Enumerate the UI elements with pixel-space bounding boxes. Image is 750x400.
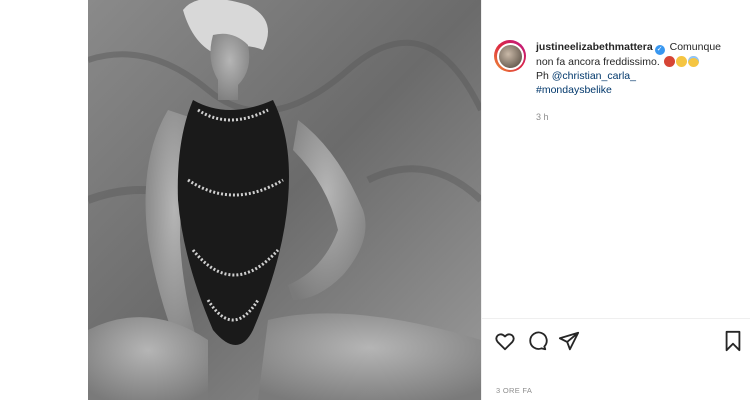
credit-handle-link[interactable]: @christian_carla_ bbox=[552, 70, 636, 82]
hashtag-link[interactable]: #mondaysbelike bbox=[536, 84, 612, 96]
comment-button[interactable] bbox=[526, 330, 550, 354]
like-button[interactable] bbox=[494, 330, 518, 354]
verified-badge-icon: ✓ bbox=[654, 45, 665, 55]
paper-plane-icon bbox=[558, 331, 580, 351]
post-details-panel: justineelizabethmattera ✓ Comunque non fa… bbox=[481, 0, 750, 400]
smiling-face-with-halo-emoji bbox=[687, 56, 699, 67]
upside-down-face-emoji bbox=[675, 56, 687, 67]
heart-icon bbox=[495, 333, 515, 351]
photo-illustration bbox=[88, 0, 481, 400]
post-photo[interactable] bbox=[88, 0, 481, 400]
caption-row: justineelizabethmattera ✓ Comunque non fa… bbox=[494, 40, 744, 97]
comment-icon bbox=[529, 331, 548, 351]
username-link[interactable]: justineelizabethmattera bbox=[536, 41, 653, 53]
divider bbox=[482, 318, 750, 319]
action-bar bbox=[494, 330, 744, 356]
avatar[interactable] bbox=[494, 40, 526, 72]
save-button[interactable] bbox=[722, 330, 746, 354]
devil-emoji bbox=[663, 56, 675, 67]
share-button[interactable] bbox=[558, 330, 582, 354]
post-date[interactable]: 3 ORE FA bbox=[496, 386, 532, 395]
credit-prefix: Ph bbox=[536, 70, 549, 82]
relative-timestamp[interactable]: 3 h bbox=[536, 112, 549, 122]
avatar-image bbox=[496, 42, 524, 70]
caption: justineelizabethmattera ✓ Comunque non fa… bbox=[536, 40, 741, 97]
instagram-post: justineelizabethmattera ✓ Comunque non fa… bbox=[0, 0, 750, 400]
bookmark-icon bbox=[725, 330, 741, 352]
left-margin bbox=[0, 0, 88, 400]
